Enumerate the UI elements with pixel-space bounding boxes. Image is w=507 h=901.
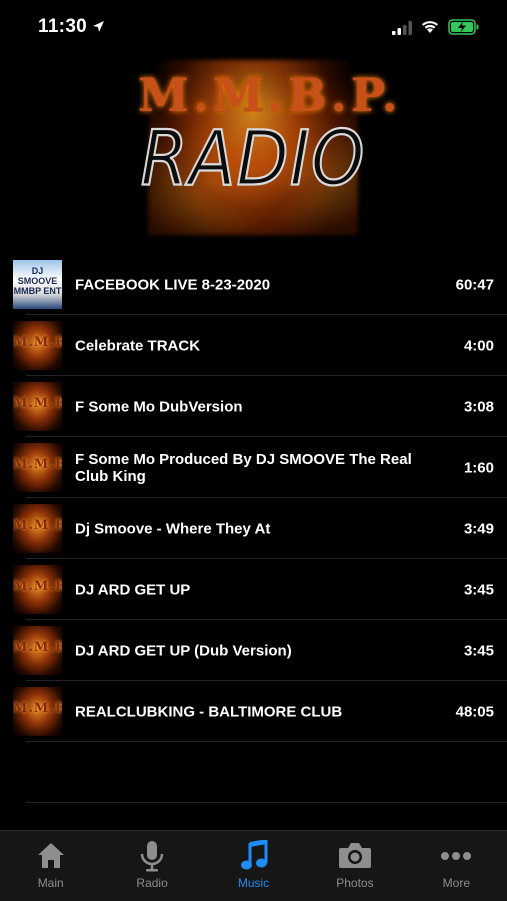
track-duration: 3:45 — [463, 581, 494, 598]
home-icon — [37, 843, 64, 868]
track-thumbnail: DJ SMOOVE MMBP ENT — [13, 260, 62, 309]
tab-label: Radio — [136, 876, 168, 890]
more-dots-icon — [441, 852, 472, 860]
tab-more[interactable]: More — [406, 831, 507, 901]
track-title: DJ ARD GET UP — [75, 581, 191, 598]
track-row[interactable]: M.M.B.P. F Some Mo DubVersion 3:08 — [0, 376, 507, 437]
track-row[interactable]: M.M.B.P. DJ ARD GET UP 3:45 — [0, 559, 507, 620]
mmbp-radio-logo: M.M.B.P. RADIO — [138, 50, 402, 240]
track-row[interactable]: M.M.B.P. Celebrate TRACK 4:00 — [0, 315, 507, 376]
status-bar: 11:30 — [0, 0, 507, 56]
track-duration: 3:49 — [463, 520, 494, 537]
music-note-icon — [240, 840, 268, 870]
battery-charging-icon — [448, 19, 479, 35]
cellular-signal-icon — [392, 21, 412, 35]
track-row[interactable]: M.M.B.P. Dj Smoove - Where They At 3:49 — [0, 498, 507, 559]
track-thumbnail: M.M.B.P. — [13, 504, 62, 553]
logo-top-text: M.M.B.P. — [138, 68, 402, 122]
camera-icon — [338, 843, 371, 868]
track-thumbnail: M.M.B.P. — [13, 687, 62, 736]
track-title: DJ ARD GET UP (Dub Version) — [75, 642, 292, 659]
track-duration: 4:00 — [463, 337, 494, 354]
track-thumbnail: M.M.B.P. — [13, 382, 62, 431]
tab-main[interactable]: Main — [0, 831, 101, 901]
track-thumbnail: M.M.B.P. — [13, 321, 62, 370]
track-thumbnail: M.M.B.P. — [13, 626, 62, 675]
track-duration: 3:08 — [463, 398, 494, 415]
track-thumbnail: M.M.B.P. — [13, 443, 62, 492]
wifi-icon — [422, 21, 438, 33]
location-arrow-icon — [93, 21, 104, 32]
track-row[interactable]: M.M.B.P. F Some Mo Produced By DJ SMOOVE… — [0, 437, 507, 498]
track-title: Celebrate TRACK — [75, 337, 201, 354]
tab-label: Main — [37, 876, 64, 890]
track-list: DJ SMOOVE MMBP ENT FACEBOOK LIVE 8-23-20… — [0, 254, 507, 742]
track-duration: 48:05 — [455, 703, 494, 720]
track-title: Dj Smoove - Where They At — [75, 520, 271, 537]
status-time: 11:30 — [38, 16, 88, 37]
tab-label: More — [442, 876, 470, 890]
tab-label: Photos — [336, 876, 374, 890]
track-title: F Some Mo DubVersion — [75, 398, 243, 415]
track-row[interactable]: DJ SMOOVE MMBP ENT FACEBOOK LIVE 8-23-20… — [0, 254, 507, 315]
tab-photos[interactable]: Photos — [304, 831, 405, 901]
list-separator — [26, 802, 507, 803]
track-duration: 1:60 — [463, 459, 494, 476]
microphone-icon — [140, 841, 164, 872]
track-title: REALCLUBKING - BALTIMORE CLUB — [75, 703, 343, 720]
tab-radio[interactable]: Radio — [101, 831, 202, 901]
tab-label: Music — [237, 876, 270, 890]
track-title: FACEBOOK LIVE 8-23-2020 — [75, 276, 271, 293]
track-duration: 60:47 — [455, 276, 494, 293]
track-title: F Some Mo Produced By DJ SMOOVE The Real… — [75, 450, 412, 485]
track-thumbnail: M.M.B.P. — [13, 565, 62, 614]
tab-music[interactable]: Music — [203, 831, 304, 901]
track-row[interactable]: M.M.B.P. REALCLUBKING - BALTIMORE CLUB 4… — [0, 681, 507, 742]
tab-bar: Main Radio Music Photos More — [0, 830, 507, 901]
track-row[interactable]: M.M.B.P. DJ ARD GET UP (Dub Version) 3:4… — [0, 620, 507, 681]
logo-bottom-text: RADIO — [140, 114, 366, 205]
track-duration: 3:45 — [463, 642, 494, 659]
